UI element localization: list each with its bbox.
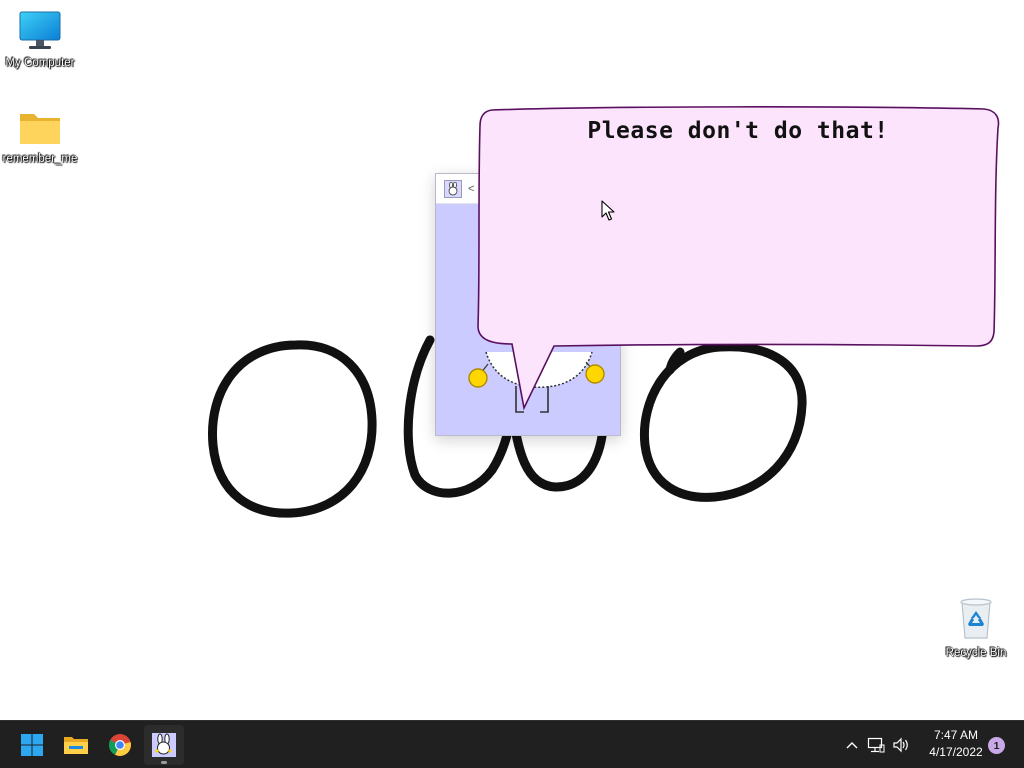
clock-time: 7:47 AM xyxy=(933,728,979,742)
speech-bubble-text: Please don't do that! xyxy=(587,118,889,144)
buddy-app-button[interactable] xyxy=(144,725,184,765)
taskbar: 7:47 AM 4/17/2022 1 xyxy=(0,720,1024,768)
desktop-icon-label: My Computer xyxy=(5,57,75,69)
desktop-icon-my-computer[interactable]: My Computer xyxy=(0,10,80,70)
start-button[interactable] xyxy=(12,725,52,765)
file-explorer-button[interactable] xyxy=(56,725,96,765)
monitor-icon xyxy=(19,11,61,49)
desktop-icon-remember-me[interactable]: remember_me xyxy=(0,108,80,166)
desktop-icon-label: remember_me xyxy=(2,153,78,165)
recycle-bin-icon xyxy=(960,598,992,639)
bunny-icon xyxy=(444,179,462,198)
folder-icon xyxy=(20,114,60,144)
taskbar-clock[interactable]: 7:47 AM 4/17/2022 xyxy=(916,727,996,761)
folder-icon xyxy=(64,737,88,754)
mouse-cursor-icon xyxy=(601,200,615,221)
speaker-icon[interactable] xyxy=(889,733,913,757)
speech-bubble xyxy=(477,106,1000,411)
notification-badge[interactable]: 1 xyxy=(988,737,1005,754)
desktop-icon-recycle-bin[interactable]: Recycle Bin xyxy=(936,596,1016,660)
network-icon[interactable] xyxy=(864,733,888,757)
chevron-up-icon[interactable] xyxy=(840,733,864,757)
running-indicator xyxy=(161,761,167,764)
windows-logo-icon xyxy=(21,734,43,756)
speech-bubble-shape xyxy=(477,106,1000,411)
bunny-icon xyxy=(152,733,176,757)
clock-date: 4/17/2022 xyxy=(929,745,983,759)
chrome-icon xyxy=(108,734,131,756)
chrome-button[interactable] xyxy=(100,725,140,765)
desktop-icon-label: Recycle Bin xyxy=(945,647,1007,659)
